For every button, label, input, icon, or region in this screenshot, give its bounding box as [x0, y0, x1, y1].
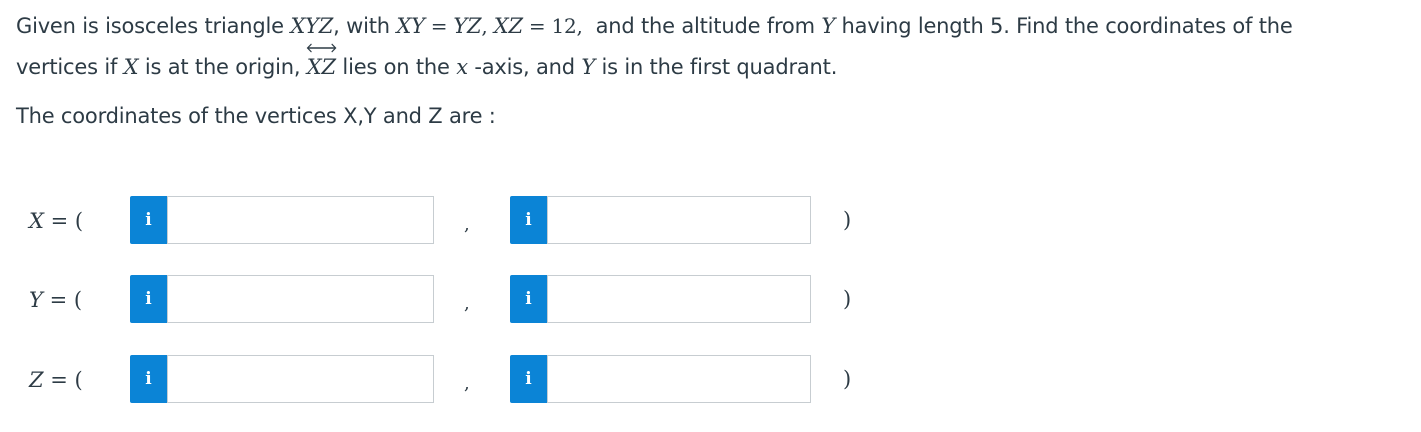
text-segment: lies on the — [335, 55, 457, 79]
close-paren: ) — [843, 367, 852, 391]
close-paren: ) — [843, 208, 852, 232]
x-coordinate-input[interactable] — [167, 196, 434, 244]
text-segment: is at the origin, — [138, 55, 307, 79]
vertex-name: Z — [29, 368, 44, 392]
info-icon[interactable]: i — [510, 275, 547, 323]
text-segment: vertices if — [16, 55, 124, 79]
text-segment: Given is isosceles triangle — [16, 14, 291, 38]
math-vertex-y: Y — [821, 14, 835, 38]
answer-row-z: Z = ( i , i ) — [0, 355, 900, 405]
math-line-xz: XZ — [306, 43, 337, 80]
vertex-name: X — [29, 209, 44, 233]
math-number: 12, — [551, 14, 583, 38]
text-segment: is in the first quadrant. — [595, 55, 838, 79]
x-coordinate-input[interactable] — [167, 275, 434, 323]
equals-paren: = ( — [50, 368, 83, 392]
question-line-1: Given is isosceles triangle XYZ, with XY… — [16, 13, 1293, 39]
info-icon[interactable]: i — [510, 355, 547, 403]
info-icon[interactable]: i — [130, 275, 167, 323]
x-coordinate-input[interactable] — [167, 355, 434, 403]
vertex-label-y: Y = ( — [29, 288, 82, 312]
equals-paren: = ( — [50, 209, 84, 233]
math-segment-xz: XZ — [493, 14, 523, 38]
question-line-2: vertices if X is at the origin, XZ lies … — [16, 43, 838, 80]
vertex-name: Y — [29, 288, 43, 312]
math-equals: = — [430, 14, 448, 38]
double-headed-arrow-icon — [306, 42, 337, 54]
coordinate-comma: , — [464, 293, 470, 314]
math-vertex-x: X — [123, 55, 139, 79]
text-segment: , with — [333, 14, 397, 38]
question-line-3: The coordinates of the vertices X,Y and … — [16, 104, 496, 128]
answer-row-y: Y = ( i , i ) — [0, 275, 900, 325]
info-icon[interactable]: i — [130, 355, 167, 403]
y-coordinate-input[interactable] — [547, 355, 811, 403]
text-segment: and the altitude from — [582, 14, 822, 38]
vertex-label-x: X = ( — [29, 209, 83, 233]
coordinate-comma: , — [464, 373, 470, 394]
math-segment-xy: XY — [396, 14, 425, 38]
math-axis-x: x — [456, 55, 468, 79]
math-equals: = — [528, 14, 546, 38]
info-icon[interactable]: i — [130, 196, 167, 244]
vertex-label-z: Z = ( — [29, 368, 83, 392]
info-icon[interactable]: i — [510, 196, 547, 244]
math-comma: , — [481, 14, 494, 38]
math-segment-yz: YZ — [453, 14, 482, 38]
y-coordinate-input[interactable] — [547, 196, 811, 244]
math-vertex-y: Y — [581, 55, 596, 79]
text-segment: having length 5. Find the coordinates of… — [835, 14, 1293, 38]
equals-paren: = ( — [49, 288, 83, 312]
text-segment: -axis, and — [467, 55, 582, 79]
y-coordinate-input[interactable] — [547, 275, 811, 323]
math-triangle-name: XYZ — [290, 14, 334, 38]
math-line-xz-label: XZ — [306, 55, 336, 79]
coordinate-comma: , — [464, 214, 470, 235]
close-paren: ) — [843, 287, 852, 311]
answer-row-x: X = ( i , i ) — [0, 196, 900, 246]
